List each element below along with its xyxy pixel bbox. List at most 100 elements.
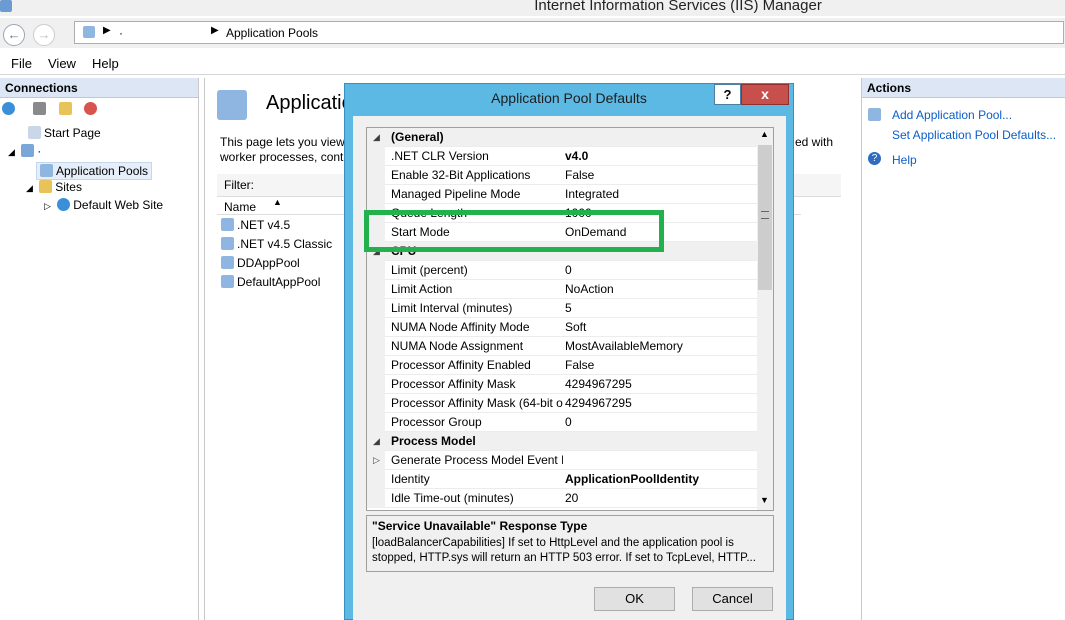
tree-start-page[interactable]: Start Page (28, 126, 101, 140)
property-name: Limit Action (391, 282, 453, 296)
tree-server[interactable]: ◢ · (8, 144, 41, 158)
collapse-arrow-icon[interactable]: ◢ (373, 132, 380, 143)
dialog-close-button[interactable]: x (741, 84, 789, 105)
property-row[interactable]: Limit Action NoAction (367, 280, 758, 299)
row-gutter (367, 337, 385, 356)
property-row[interactable]: NUMA Node Assignment MostAvailableMemory (367, 337, 758, 356)
help-link[interactable]: Help (892, 153, 917, 167)
connect-icon[interactable] (2, 102, 15, 115)
cancel-button[interactable]: Cancel (692, 587, 773, 611)
property-category[interactable]: ◢ Process Model (367, 432, 758, 451)
app-pool-icon (221, 218, 234, 231)
tree-app-pools[interactable]: Application Pools (36, 162, 153, 180)
property-name: NUMA Node Assignment (391, 339, 524, 353)
property-name: Processor Group (391, 415, 482, 429)
app-pool-icon (40, 164, 53, 177)
scroll-thumb[interactable] (758, 145, 772, 290)
add-pool-icon (868, 108, 881, 121)
property-name: Processor Affinity Mask (391, 377, 516, 391)
property-value[interactable]: 4294967295 (565, 396, 632, 410)
breadcrumb-arrow-icon: ▶ (103, 25, 111, 36)
property-value[interactable]: 4294967295 (565, 377, 632, 391)
scroll-up-icon[interactable]: ▲ (760, 129, 769, 139)
connections-title: Connections (0, 78, 198, 98)
property-value[interactable]: 0 (565, 415, 572, 429)
highlight-box (364, 210, 664, 252)
breadcrumb-server[interactable]: · (119, 26, 123, 40)
pool-list-item[interactable]: .NET v4.5 Classic (221, 237, 332, 251)
property-value[interactable]: Soft (565, 320, 586, 334)
property-category[interactable]: ◢ (General) (367, 128, 758, 147)
tree-sites[interactable]: ◢ Sites (26, 180, 82, 194)
property-name: Limit Interval (minutes) (391, 301, 513, 315)
property-value[interactable]: 0 (565, 263, 572, 277)
tree-default-site[interactable]: ▷ Default Web Site (44, 198, 163, 212)
set-defaults-link[interactable]: Set Application Pool Defaults... (892, 128, 1056, 142)
property-row[interactable]: Managed Pipeline Mode Integrated (367, 185, 758, 204)
collapse-arrow-icon[interactable]: ◢ (8, 147, 15, 157)
forward-button[interactable]: → (33, 24, 55, 46)
app-pool-icon (221, 237, 234, 250)
collapse-arrow-icon[interactable]: ◢ (373, 436, 380, 447)
property-value[interactable]: False (565, 168, 594, 182)
collapse-arrow-icon[interactable]: ◢ (26, 183, 33, 193)
property-row[interactable]: Processor Affinity Mask 4294967295 (367, 375, 758, 394)
property-row[interactable]: Processor Affinity Enabled False (367, 356, 758, 375)
folder-icon[interactable] (58, 102, 72, 115)
pool-list-item[interactable]: .NET v4.5 (221, 218, 290, 232)
address-box[interactable]: ▶ · ▶ Application Pools (74, 21, 1064, 44)
dialog-help-button[interactable]: ? (714, 84, 741, 105)
property-name: NUMA Node Affinity Mode (391, 320, 530, 334)
sites-folder-icon (39, 180, 53, 193)
property-row[interactable]: Limit Interval (minutes) 5 (367, 299, 758, 318)
property-value[interactable]: NoAction (565, 282, 614, 296)
expand-arrow-icon[interactable]: ▷ (44, 201, 51, 211)
property-value[interactable]: Integrated (565, 187, 619, 201)
property-value[interactable]: MostAvailableMemory (565, 339, 683, 353)
row-gutter (367, 356, 385, 375)
row-gutter (367, 413, 385, 432)
column-name[interactable]: Name (224, 200, 256, 214)
start-page-icon (28, 126, 41, 139)
property-name: Process Model (391, 434, 476, 448)
property-value[interactable]: ApplicationPoolIdentity (565, 472, 699, 486)
property-row[interactable]: Enable 32-Bit Applications False (367, 166, 758, 185)
filter-label: Filter: (224, 178, 254, 192)
row-gutter (367, 375, 385, 394)
property-row[interactable]: Identity ApplicationPoolIdentity (367, 470, 758, 489)
property-value[interactable]: False (565, 358, 594, 372)
row-gutter (367, 299, 385, 318)
expand-arrow-icon[interactable]: ▷ (373, 455, 380, 466)
property-row[interactable]: Processor Affinity Mask (64-bit o 4294967… (367, 394, 758, 413)
menu-help[interactable]: Help (92, 56, 119, 71)
property-row[interactable]: .NET CLR Version v4.0 (367, 147, 758, 166)
server-icon (21, 144, 35, 157)
scroll-down-icon[interactable]: ▼ (760, 495, 769, 505)
pool-list-item[interactable]: DDAppPool (221, 256, 300, 270)
property-row[interactable]: Limit (percent) 0 (367, 261, 758, 280)
menu-file[interactable]: File (11, 56, 32, 71)
property-value[interactable]: v4.0 (565, 149, 588, 163)
property-name: Processor Affinity Mask (64-bit o (391, 396, 563, 410)
pool-list-item[interactable]: DefaultAppPool (221, 275, 320, 289)
description-line-1: [loadBalancerCapabilities] If set to Htt… (372, 537, 734, 549)
property-value[interactable]: 5 (565, 301, 572, 315)
breadcrumb-app-pools[interactable]: Application Pools (226, 26, 318, 40)
property-row[interactable]: ▷ Generate Process Model Event L (367, 451, 758, 470)
property-row[interactable]: Idle Time-out (minutes) 20 (367, 489, 758, 508)
disconnect-icon[interactable] (84, 102, 98, 115)
app-pool-icon (221, 275, 234, 288)
description-box: "Service Unavailable" Response Type [loa… (366, 515, 774, 572)
property-row[interactable]: NUMA Node Affinity Mode Soft (367, 318, 758, 337)
property-grid: ◢ (General) .NET CLR Version v4.0 Enable 32-… (366, 127, 774, 511)
back-button[interactable]: ← (3, 24, 25, 46)
property-value[interactable]: 20 (565, 491, 578, 505)
row-gutter (367, 470, 385, 489)
row-gutter (367, 394, 385, 413)
property-row[interactable]: Processor Group 0 (367, 413, 758, 432)
save-icon[interactable] (33, 102, 47, 115)
add-app-pool-link[interactable]: Add Application Pool... (892, 108, 1012, 122)
menu-view[interactable]: View (48, 56, 76, 71)
ok-button[interactable]: OK (594, 587, 675, 611)
property-name: Managed Pipeline Mode (391, 187, 521, 201)
